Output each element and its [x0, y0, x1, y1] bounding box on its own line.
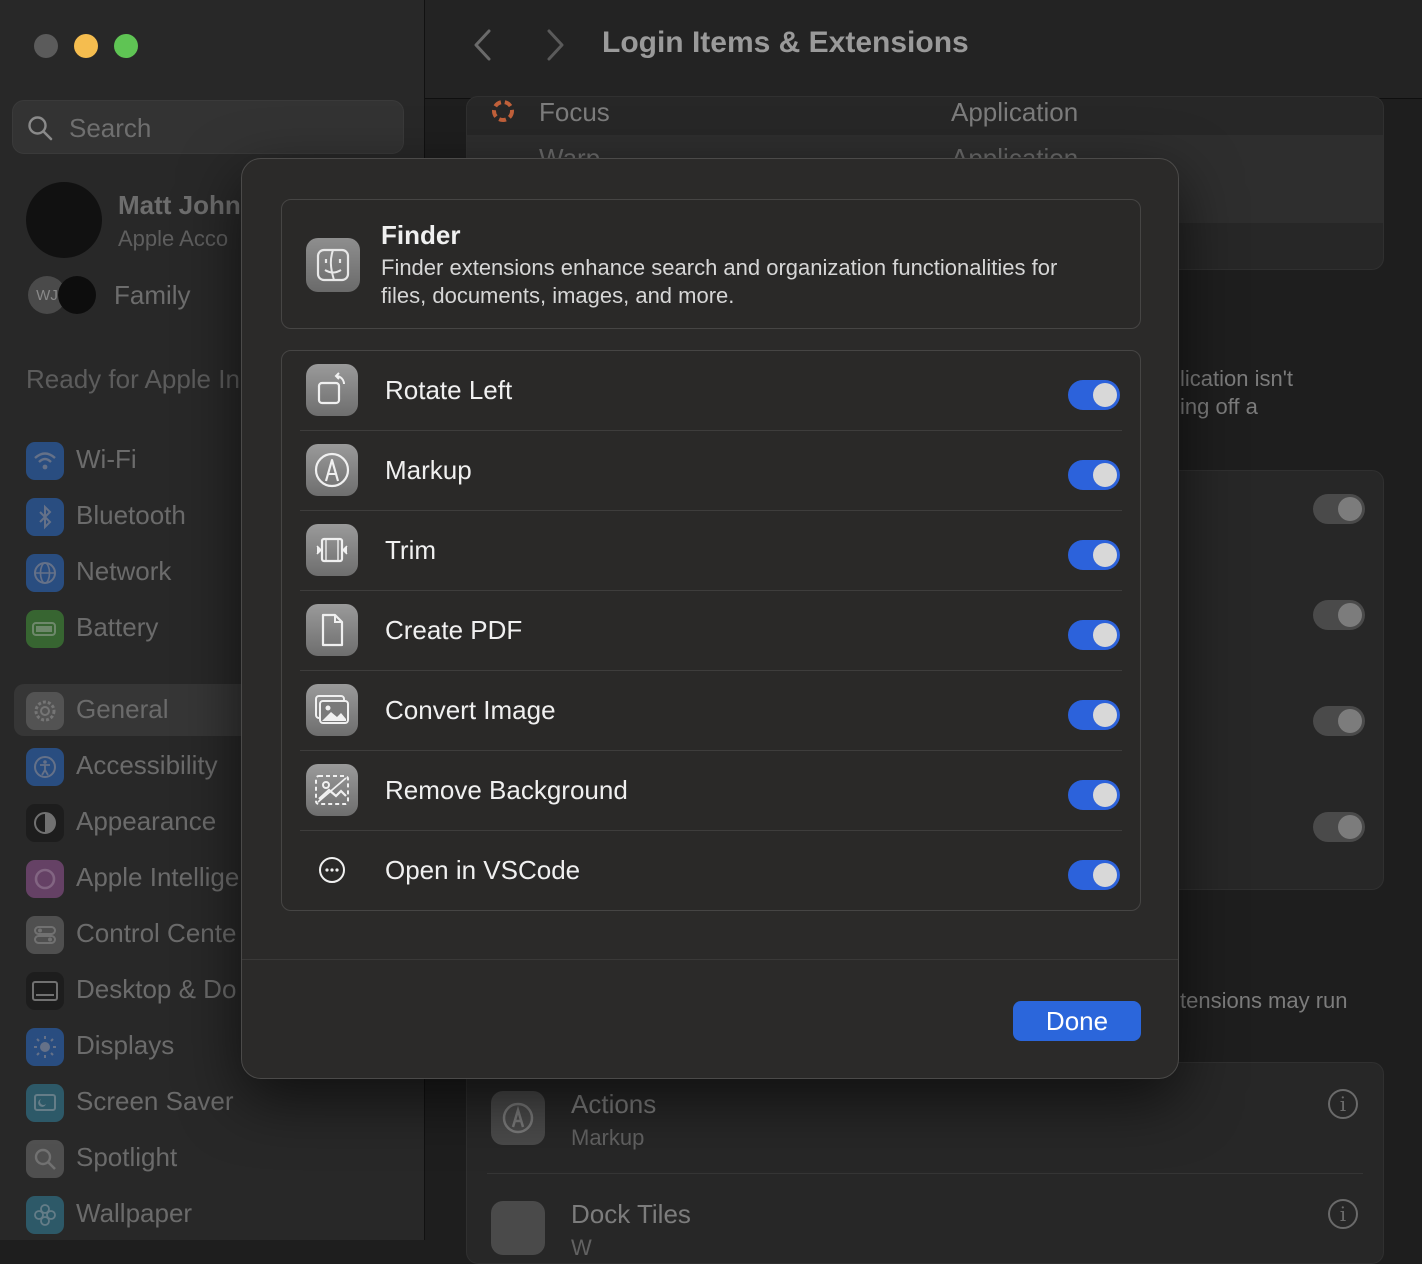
extension-toggle[interactable] [1068, 700, 1120, 730]
extension-toggle[interactable] [1068, 620, 1120, 650]
extension-row: Trim [282, 511, 1140, 591]
finder-icon [306, 238, 360, 292]
extension-label: Convert Image [385, 695, 556, 725]
minimize-window-button[interactable] [74, 34, 98, 58]
document-icon [306, 604, 358, 656]
extension-row: Remove Background [282, 751, 1140, 831]
extension-toggle[interactable] [1068, 540, 1120, 570]
finder-extensions-sheet: Finder Finder extensions enhance search … [241, 158, 1179, 1079]
sheet-title: Finder [381, 220, 461, 250]
remove-background-icon [306, 764, 358, 816]
extension-row: Open in VSCode [282, 831, 1140, 911]
extension-toggle[interactable] [1068, 460, 1120, 490]
divider [242, 959, 1178, 960]
extension-toggle[interactable] [1068, 780, 1120, 810]
extension-label: Remove Background [385, 775, 628, 805]
sheet-description: Finder extensions enhance search and org… [381, 255, 1058, 308]
markup-pen-icon [306, 444, 358, 496]
page-title: Login Items & Extensions [602, 26, 969, 59]
trim-video-icon [306, 524, 358, 576]
extension-row: Convert Image [282, 671, 1140, 751]
extension-row: Rotate Left [282, 351, 1140, 431]
zoom-window-button[interactable] [114, 34, 138, 58]
photos-icon [306, 684, 358, 736]
extension-label: Create PDF [385, 615, 523, 645]
done-button[interactable]: Done [1013, 1001, 1141, 1041]
extension-toggle[interactable] [1068, 380, 1120, 410]
extension-label: Rotate Left [385, 375, 513, 405]
toolbar: Login Items & Extensions [425, 0, 1422, 99]
close-window-button[interactable] [34, 34, 58, 58]
rotate-left-icon [306, 364, 358, 416]
extension-label: Trim [385, 535, 437, 565]
extensions-toggle-list: Rotate Left Markup Trim Create PDF Convert I… [281, 350, 1141, 911]
extension-label: Open in VSCode [385, 855, 581, 885]
extension-row: Create PDF [282, 591, 1140, 671]
window-controls [34, 34, 138, 58]
ellipsis-circle-icon [306, 844, 358, 896]
sheet-header: Finder Finder extensions enhance search … [281, 199, 1141, 329]
forward-chevron-icon[interactable] [541, 28, 567, 62]
back-chevron-icon[interactable] [471, 28, 497, 62]
extension-label: Markup [385, 455, 472, 485]
extension-row: Markup [282, 431, 1140, 511]
extension-toggle[interactable] [1068, 860, 1120, 890]
